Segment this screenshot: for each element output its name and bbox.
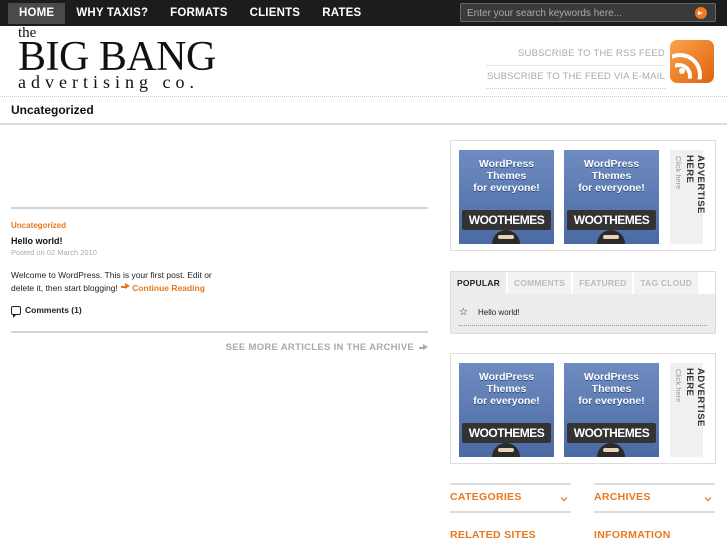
ad-text-line: WordPress (583, 371, 640, 383)
woothemes-logo: WOOTHEMES (462, 210, 551, 230)
woothemes-logo: WOOTHEMES (567, 423, 656, 443)
site-logo[interactable]: the BIG BANG advertising co. (18, 26, 278, 96)
continue-reading-link[interactable]: Continue Reading (120, 283, 205, 293)
ad-box-top: WordPress Themes for everyone! WOOTHEMES… (450, 140, 716, 251)
arrow-right-icon (121, 282, 131, 291)
woothemes-logo: WOOTHEMES (462, 423, 551, 443)
ad-text-line: WordPress (583, 158, 640, 170)
arrow-right-icon (419, 343, 428, 352)
popular-post-link[interactable]: ☆ Hello world! (459, 306, 707, 326)
popular-post-title: Hello world! (477, 308, 520, 317)
tab-featured[interactable]: FEATURED (573, 272, 633, 294)
search-box (460, 3, 716, 22)
archive-link-label: SEE MORE ARTICLES IN THE ARCHIVE (225, 342, 414, 353)
comments-label: Comments (1) (25, 305, 82, 315)
widget-archives-title: ARCHIVES (594, 491, 651, 503)
ninja-icon (597, 443, 625, 457)
ad-text-line: WordPress (478, 371, 535, 383)
tab-popular[interactable]: POPULAR (451, 272, 506, 294)
archive-link[interactable]: SEE MORE ARTICLES IN THE ARCHIVE (226, 342, 428, 353)
ninja-icon (597, 230, 625, 244)
widget-related-title: RELATED SITES (450, 529, 536, 541)
star-icon: ☆ (459, 306, 468, 318)
nav-item-home[interactable]: HOME (8, 3, 66, 24)
chevron-down-icon (560, 494, 568, 502)
widget-information[interactable]: INFORMATION (594, 529, 715, 543)
widget-archives[interactable]: ARCHIVES (594, 483, 715, 513)
advertise-here-button[interactable]: ADVERTISE HERE Click here (670, 363, 706, 457)
main-nav: HOME WHY TAXIS? FORMATS CLIENTS RATES (8, 3, 372, 24)
search-go-icon[interactable] (695, 7, 707, 19)
ad-banner[interactable]: WordPress Themes for everyone! WOOTHEMES (564, 150, 659, 244)
advertise-here-label: ADVERTISE HERE (684, 368, 706, 427)
comment-bubble-icon (11, 305, 21, 318)
widget-related-sites[interactable]: RELATED SITES (450, 529, 571, 543)
ad-text: WordPress Themes for everyone! (564, 158, 659, 194)
post-date: Posted on 02 March 2010 (11, 248, 97, 257)
page-title: Uncategorized (11, 103, 94, 117)
nav-item-clients[interactable]: CLIENTS (239, 3, 312, 24)
subscribe-rss-link[interactable]: SUBSCRIBE TO THE RSS FEED (487, 46, 665, 66)
comments-link[interactable]: Comments (1) (11, 305, 82, 318)
ad-text-line: for everyone! (473, 182, 540, 194)
ad-text: WordPress Themes for everyone! (564, 371, 659, 407)
ad-text-line: Themes (486, 383, 527, 395)
tab-row: POPULAR COMMENTS FEATURED TAG CLOUD (451, 272, 715, 294)
header-divider (0, 96, 727, 97)
ad-banner[interactable]: WordPress Themes for everyone! WOOTHEMES (564, 363, 659, 457)
title-divider (0, 123, 727, 125)
tab-comments[interactable]: COMMENTS (507, 272, 572, 294)
ninja-icon (492, 230, 520, 244)
post-title-link[interactable]: Hello world! (11, 236, 63, 246)
ad-banner[interactable]: WordPress Themes for everyone! WOOTHEMES (459, 150, 554, 244)
logo-sub: advertising co. (18, 72, 199, 92)
nav-item-why-taxis[interactable]: WHY TAXIS? (65, 3, 159, 24)
ad-banner[interactable]: WordPress Themes for everyone! WOOTHEMES (459, 363, 554, 457)
advertise-here-button[interactable]: ADVERTISE HERE Click here (670, 150, 706, 244)
ad-text-line: for everyone! (578, 182, 645, 194)
post-category-link[interactable]: Uncategorized (11, 221, 66, 230)
search-input[interactable] (467, 6, 687, 20)
woothemes-logo: WOOTHEMES (567, 210, 656, 230)
ad-text-line: for everyone! (578, 395, 645, 407)
nav-item-rates[interactable]: RATES (311, 3, 372, 24)
click-here-label: Click here (674, 369, 683, 403)
ad-text-line: Themes (591, 170, 632, 182)
advertise-here-label: ADVERTISE HERE (684, 155, 706, 214)
tab-tag-cloud[interactable]: TAG CLOUD (634, 272, 699, 294)
post-top-divider (11, 207, 428, 209)
subscribe-email-link[interactable]: SUBSCRIBE TO THE FEED VIA E-MAIL (487, 69, 665, 89)
ad-text-line: for everyone! (473, 395, 540, 407)
ad-text-line: Themes (591, 383, 632, 395)
ad-box-bottom: WordPress Themes for everyone! WOOTHEMES… (450, 353, 716, 464)
ad-text: WordPress Themes for everyone! (459, 371, 554, 407)
chevron-down-icon (704, 494, 712, 502)
ad-text-line: Themes (486, 170, 527, 182)
subscribe-links: SUBSCRIBE TO THE RSS FEED SUBSCRIBE TO T… (487, 46, 665, 92)
ninja-icon (492, 443, 520, 457)
top-navigation-bar: HOME WHY TAXIS? FORMATS CLIENTS RATES (0, 0, 727, 26)
widget-categories-title: CATEGORIES (450, 491, 522, 503)
post-excerpt: Welcome to WordPress. This is your first… (11, 269, 221, 295)
click-here-label: Click here (674, 156, 683, 190)
ad-text: WordPress Themes for everyone! (459, 158, 554, 194)
widget-categories[interactable]: CATEGORIES (450, 483, 571, 513)
post-bottom-divider (11, 331, 428, 333)
widget-information-title: INFORMATION (594, 529, 671, 541)
nav-item-formats[interactable]: FORMATS (159, 3, 238, 24)
rss-icon[interactable] (670, 40, 714, 83)
sidebar-tabs: POPULAR COMMENTS FEATURED TAG CLOUD ☆ He… (450, 271, 716, 334)
continue-reading-label: Continue Reading (132, 283, 205, 293)
ad-text-line: WordPress (478, 158, 535, 170)
